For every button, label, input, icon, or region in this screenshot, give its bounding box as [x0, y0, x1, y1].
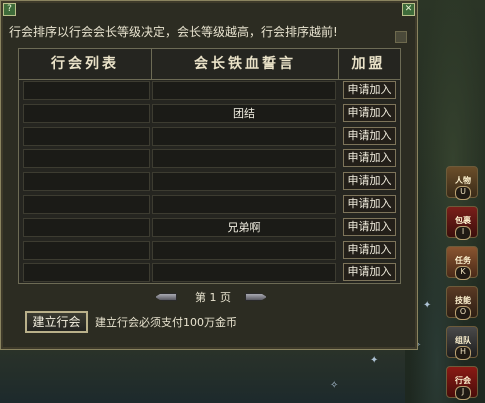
next-page-arrow-icon[interactable] [245, 293, 267, 301]
oath-cell: 团结 [152, 103, 336, 123]
guild-name-cell[interactable] [23, 194, 150, 214]
team-icon: 组队 [455, 336, 471, 345]
oath-cell [152, 240, 336, 260]
quest-button[interactable]: 任务 K [446, 246, 478, 280]
team-button[interactable]: 组队 H [446, 326, 478, 360]
table-row[interactable]: 申请加入 [19, 239, 400, 262]
bag-icon: 包裹 [455, 216, 471, 225]
guild-name-cell[interactable] [23, 81, 150, 100]
oath-cell [152, 149, 336, 169]
guild-name-cell[interactable] [23, 126, 150, 146]
sparkle-effect: ✦ [423, 300, 432, 311]
guild-table: 行会列表 会长铁血誓言 加盟 申请加入 团结 申请加入 申请加入 申请加入 申请… [18, 48, 401, 284]
guild-name-cell[interactable] [23, 172, 150, 192]
join-button[interactable]: 申请加入 [343, 172, 396, 191]
hotkey-badge: H [455, 346, 471, 360]
oath-cell [152, 194, 336, 214]
pagination: 第 1 页 [151, 290, 271, 306]
quest-icon: 任务 [455, 256, 471, 265]
page-indicator: 第 1 页 [195, 291, 231, 304]
oath-cell [152, 81, 336, 100]
skill-icon: 技能 [455, 296, 471, 305]
prev-page-arrow-icon[interactable] [155, 293, 177, 301]
skill-button[interactable]: 技能 O [446, 286, 478, 320]
table-header: 行会列表 会长铁血誓言 加盟 [19, 49, 400, 80]
hotkey-badge: J [455, 386, 471, 400]
guild-name-cell[interactable] [23, 217, 150, 237]
create-guild-cost-note: 建立行会必须支付100万金币 [95, 316, 237, 329]
table-row[interactable]: 申请加入 [19, 79, 400, 102]
hotkey-badge: K [455, 266, 471, 280]
header-join: 加盟 [351, 56, 386, 72]
table-row[interactable]: 申请加入 [19, 125, 400, 148]
sparkle-effect: ✧ [330, 380, 339, 391]
join-button[interactable]: 申请加入 [343, 194, 396, 213]
oath-cell [152, 172, 336, 192]
hotkey-badge: O [455, 306, 471, 320]
join-button[interactable]: 申请加入 [343, 81, 396, 99]
guild-name-cell[interactable] [23, 240, 150, 260]
guild-button[interactable]: 行会 J [446, 366, 478, 400]
hotkey-badge: I [455, 226, 471, 240]
game-scene-bottom: ✦ ✧ [0, 350, 405, 403]
header-guild-list: 行会列表 [51, 56, 119, 72]
scroll-handle[interactable] [395, 31, 407, 43]
join-button[interactable]: 申请加入 [343, 149, 396, 168]
table-row[interactable]: 申请加入 [19, 170, 400, 193]
join-button[interactable]: 申请加入 [343, 126, 396, 145]
oath-cell [152, 263, 336, 283]
header-leader-oath: 会长铁血誓言 [151, 49, 339, 79]
guild-name-cell[interactable] [23, 263, 150, 283]
guild-ranking-notice: 行会排序以行会会长等级决定，会长等级越高，行会排序越前! [9, 25, 338, 39]
table-body: 申请加入 团结 申请加入 申请加入 申请加入 申请加入 申请加入 兄弟啊 申请加… [19, 79, 400, 284]
join-button[interactable]: 申请加入 [343, 103, 396, 122]
close-icon[interactable]: ✕ [402, 3, 415, 16]
oath-cell [152, 126, 336, 146]
guild-name-cell[interactable] [23, 149, 150, 169]
join-button[interactable]: 申请加入 [343, 240, 396, 259]
minimize-icon[interactable]: ? [3, 3, 16, 16]
table-row[interactable]: 申请加入 [19, 147, 400, 170]
join-button[interactable]: 申请加入 [343, 263, 396, 282]
character-button[interactable]: 人物 U [446, 166, 478, 200]
create-guild-button[interactable]: 建立行会 [25, 311, 88, 333]
table-row[interactable]: 兄弟啊 申请加入 [19, 216, 400, 239]
table-row[interactable]: 团结 申请加入 [19, 102, 400, 125]
join-button[interactable]: 申请加入 [343, 217, 396, 236]
oath-cell: 兄弟啊 [152, 217, 336, 237]
guild-name-cell[interactable] [23, 103, 150, 123]
character-icon: 人物 [455, 176, 471, 185]
bag-button[interactable]: 包裹 I [446, 206, 478, 240]
sparkle-effect: ✦ [370, 355, 379, 366]
table-row[interactable]: 申请加入 [19, 261, 400, 284]
guild-icon: 行会 [455, 376, 471, 385]
guild-list-window: ? ✕ 行会排序以行会会长等级决定，会长等级越高，行会排序越前! 行会列表 会长… [0, 0, 418, 350]
hotkey-badge: U [455, 186, 471, 200]
table-row[interactable]: 申请加入 [19, 193, 400, 216]
